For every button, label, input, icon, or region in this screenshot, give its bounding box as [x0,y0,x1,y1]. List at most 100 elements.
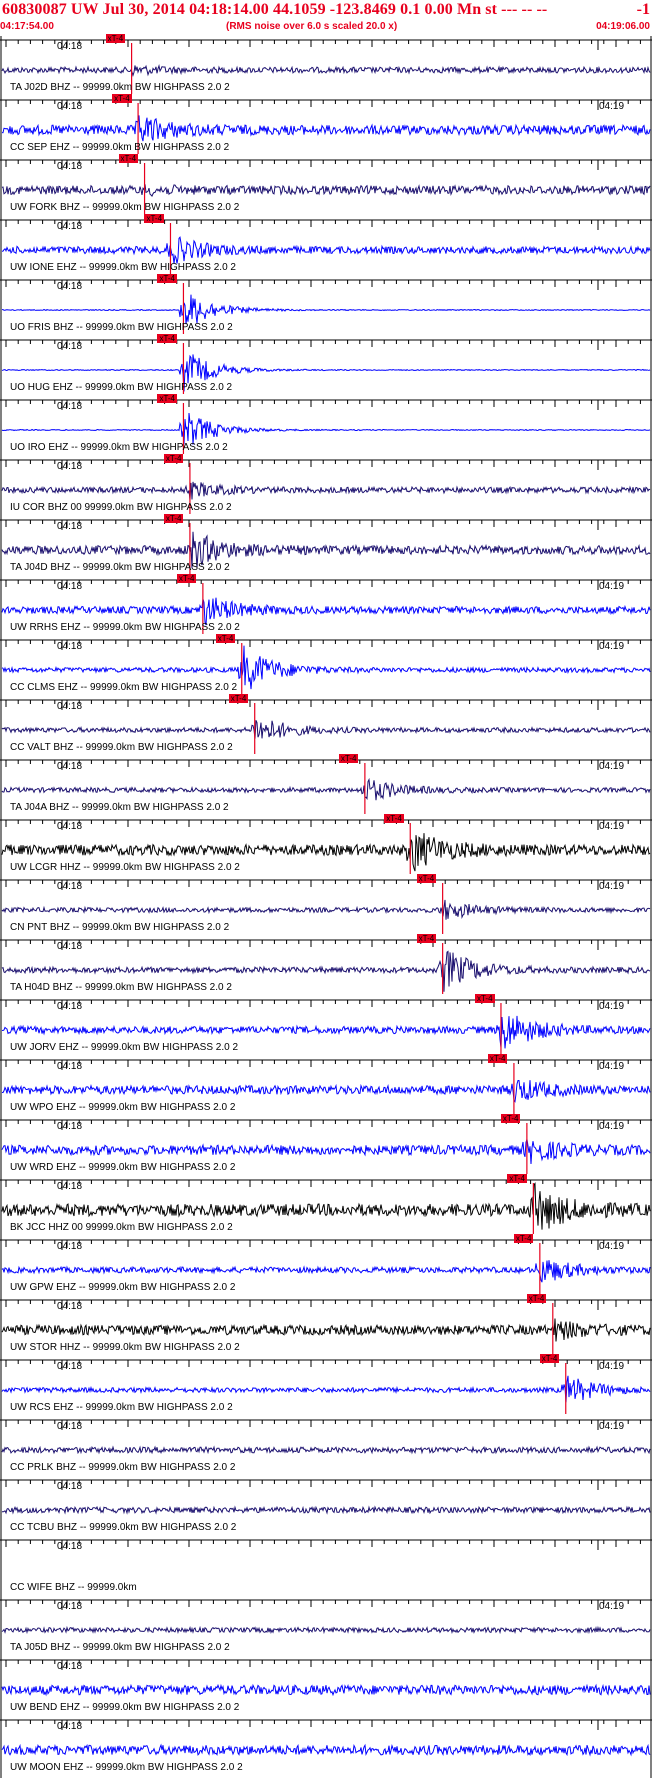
trace-row [0,1479,652,1515]
minute-label-left: 04:18 [57,821,83,832]
station-label: UO HUG EHZ -- 99999.0km BW HIGHPASS 2.0 … [10,382,233,393]
station-label: UO IRO EHZ -- 99999.0km BW HIGHPASS 2.0 … [10,442,228,453]
station-label: IU COR BHZ 00 99999.0km BW HIGHPASS 2.0 … [10,502,232,513]
waveform-trace [1,115,651,142]
pick-label: xT-4 [507,1174,527,1183]
waveform-trace [1,720,651,739]
waveform-trace [1,1683,651,1697]
trace-row [0,1539,652,1550]
minute-label-right: 04:19 [599,821,625,832]
waveform-trace [1,64,651,77]
minute-label-left: 04:18 [57,1001,83,1012]
minute-label-right: 04:19 [599,761,625,772]
station-label: CC WIFE BHZ -- 99999.0km [10,1582,137,1593]
station-label: UW IONE EHZ -- 99999.0km BW HIGHPASS 2.0… [10,262,236,273]
minute-label-right: 04:19 [599,641,625,652]
pick-label: xT-4 [118,154,139,163]
event-title: 60830087 UW Jul 30, 2014 04:18:14.00 44.… [2,1,548,18]
pick-label: xT-4 [157,334,177,343]
minute-label-left: 04:18 [57,1481,83,1492]
pick-label: xT-4 [157,274,177,283]
start-time-label: 04:17:54.00 [0,21,54,32]
minute-label-left: 04:18 [57,761,83,772]
station-label: CC VALT BHZ -- 99999.0km BW HIGHPASS 2.0… [10,742,233,753]
pick-label: xT-4 [215,634,236,643]
minute-label-right: 04:19 [599,881,625,892]
minute-label-right: 04:19 [599,1061,625,1072]
pick-label: xT-4 [112,94,132,103]
minute-label-left: 04:18 [57,1361,83,1372]
station-label: TA J02D BHZ -- 99999.0km BW HIGHPASS 2.0… [10,82,230,93]
station-label: TA J04A BHZ -- 99999.0km BW HIGHPASS 2.0… [10,802,229,813]
minute-label-left: 04:18 [57,581,83,592]
pick-label: xT-4 [228,694,249,703]
station-label: TA H04D BHZ -- 99999.0km BW HIGHPASS 2.0… [10,982,232,993]
minute-label-left: 04:18 [57,1661,83,1672]
minute-label-right: 04:19 [599,581,625,592]
pick-label: xT-4 [157,394,177,403]
waveform-trace [1,777,651,801]
minute-label-left: 04:18 [57,641,83,652]
minute-label-right: 04:19 [599,101,625,112]
station-label: UW WRD EHZ -- 99999.0km BW HIGHPASS 2.0 … [10,1162,236,1173]
waveform-trace [1,1080,651,1103]
trace-row [0,1599,652,1635]
station-label: CC CLMS EHZ -- 99999.0km BW HIGHPASS 2.0… [10,682,238,693]
minute-label-left: 04:18 [57,521,83,532]
pick-label: xT-4 [163,454,184,463]
minute-label-left: 04:18 [57,881,83,892]
end-time-label: 04:19:06.00 [596,21,650,32]
waveform-trace [1,481,651,501]
station-label: UW WPO EHZ -- 99999.0km BW HIGHPASS 2.0 … [10,1102,236,1113]
waveform-trace [1,412,651,445]
minute-label-left: 04:18 [57,1721,83,1732]
minute-label-right: 04:19 [599,1601,625,1612]
minute-label-right: 04:19 [599,1001,625,1012]
waveform-trace [1,1743,651,1757]
minute-label-left: 04:18 [57,1121,83,1132]
waveform-trace [1,899,651,920]
minute-label-right: 04:19 [599,1121,625,1132]
minute-label-left: 04:18 [57,401,83,412]
seismogram-traces [0,36,652,1778]
pick-label: xT-4 [416,874,437,883]
station-label: UW LCGR HHZ -- 99999.0km BW HIGHPASS 2.0… [10,862,240,873]
rms-noise-note: (RMS noise over 6.0 s scaled 20.0 x) [226,21,398,32]
station-label: CN PNT BHZ -- 99999.0km BW HIGHPASS 2.0 … [10,922,230,933]
pick-label: xT-4 [144,214,165,223]
waveform-trace [1,1260,651,1283]
minute-label-left: 04:18 [57,101,83,112]
station-label: UW RRHS EHZ -- 99999.0km BW HIGHPASS 2.0… [10,622,240,633]
station-label: UW BEND EHZ -- 99999.0km BW HIGHPASS 2.0… [10,1702,240,1713]
minute-label-left: 04:18 [57,941,83,952]
station-label: TA J04D BHZ -- 99999.0km BW HIGHPASS 2.0… [10,562,230,573]
station-label: UW STOR HHZ -- 99999.0km BW HIGHPASS 2.0… [10,1342,240,1353]
waveform-trace [1,1505,651,1515]
station-label: CC SEP EHZ -- 99999.0km BW HIGHPASS 2.0 … [10,142,230,153]
pick-label: xT-4 [176,574,197,583]
waveform-trace [2,294,651,325]
pick-label: xT-4 [500,1114,521,1123]
station-label: UW FORK BHZ -- 99999.0km BW HIGHPASS 2.0… [10,202,240,213]
waveform-trace [1,1139,651,1165]
minute-label-left: 04:18 [57,221,83,232]
waveform-trace [1,1625,651,1635]
minute-label-left: 04:18 [57,1421,83,1432]
minute-label-left: 04:18 [57,701,83,712]
plot-header: 60830087 UW Jul 30, 2014 04:18:14.00 44.… [0,0,652,36]
minute-label-left: 04:18 [57,161,83,172]
trace-row [0,1659,652,1697]
event-title-suffix: -1 [636,1,650,18]
station-label: UW JORV EHZ -- 99999.0km BW HIGHPASS 2.0… [10,1042,239,1053]
minute-label-left: 04:18 [57,41,83,52]
trace-row [0,1419,652,1455]
waveform-trace [1,184,651,198]
waveform-trace [1,236,651,264]
pick-label: xT-4 [539,1354,560,1363]
waveform-trace [1,1375,651,1403]
pick-label: xT-4 [416,934,437,943]
minute-label-left: 04:18 [57,1541,83,1552]
minute-label-left: 04:18 [57,1601,83,1612]
pick-label: xT-4 [105,34,126,43]
pick-label: xT-4 [487,1054,508,1063]
